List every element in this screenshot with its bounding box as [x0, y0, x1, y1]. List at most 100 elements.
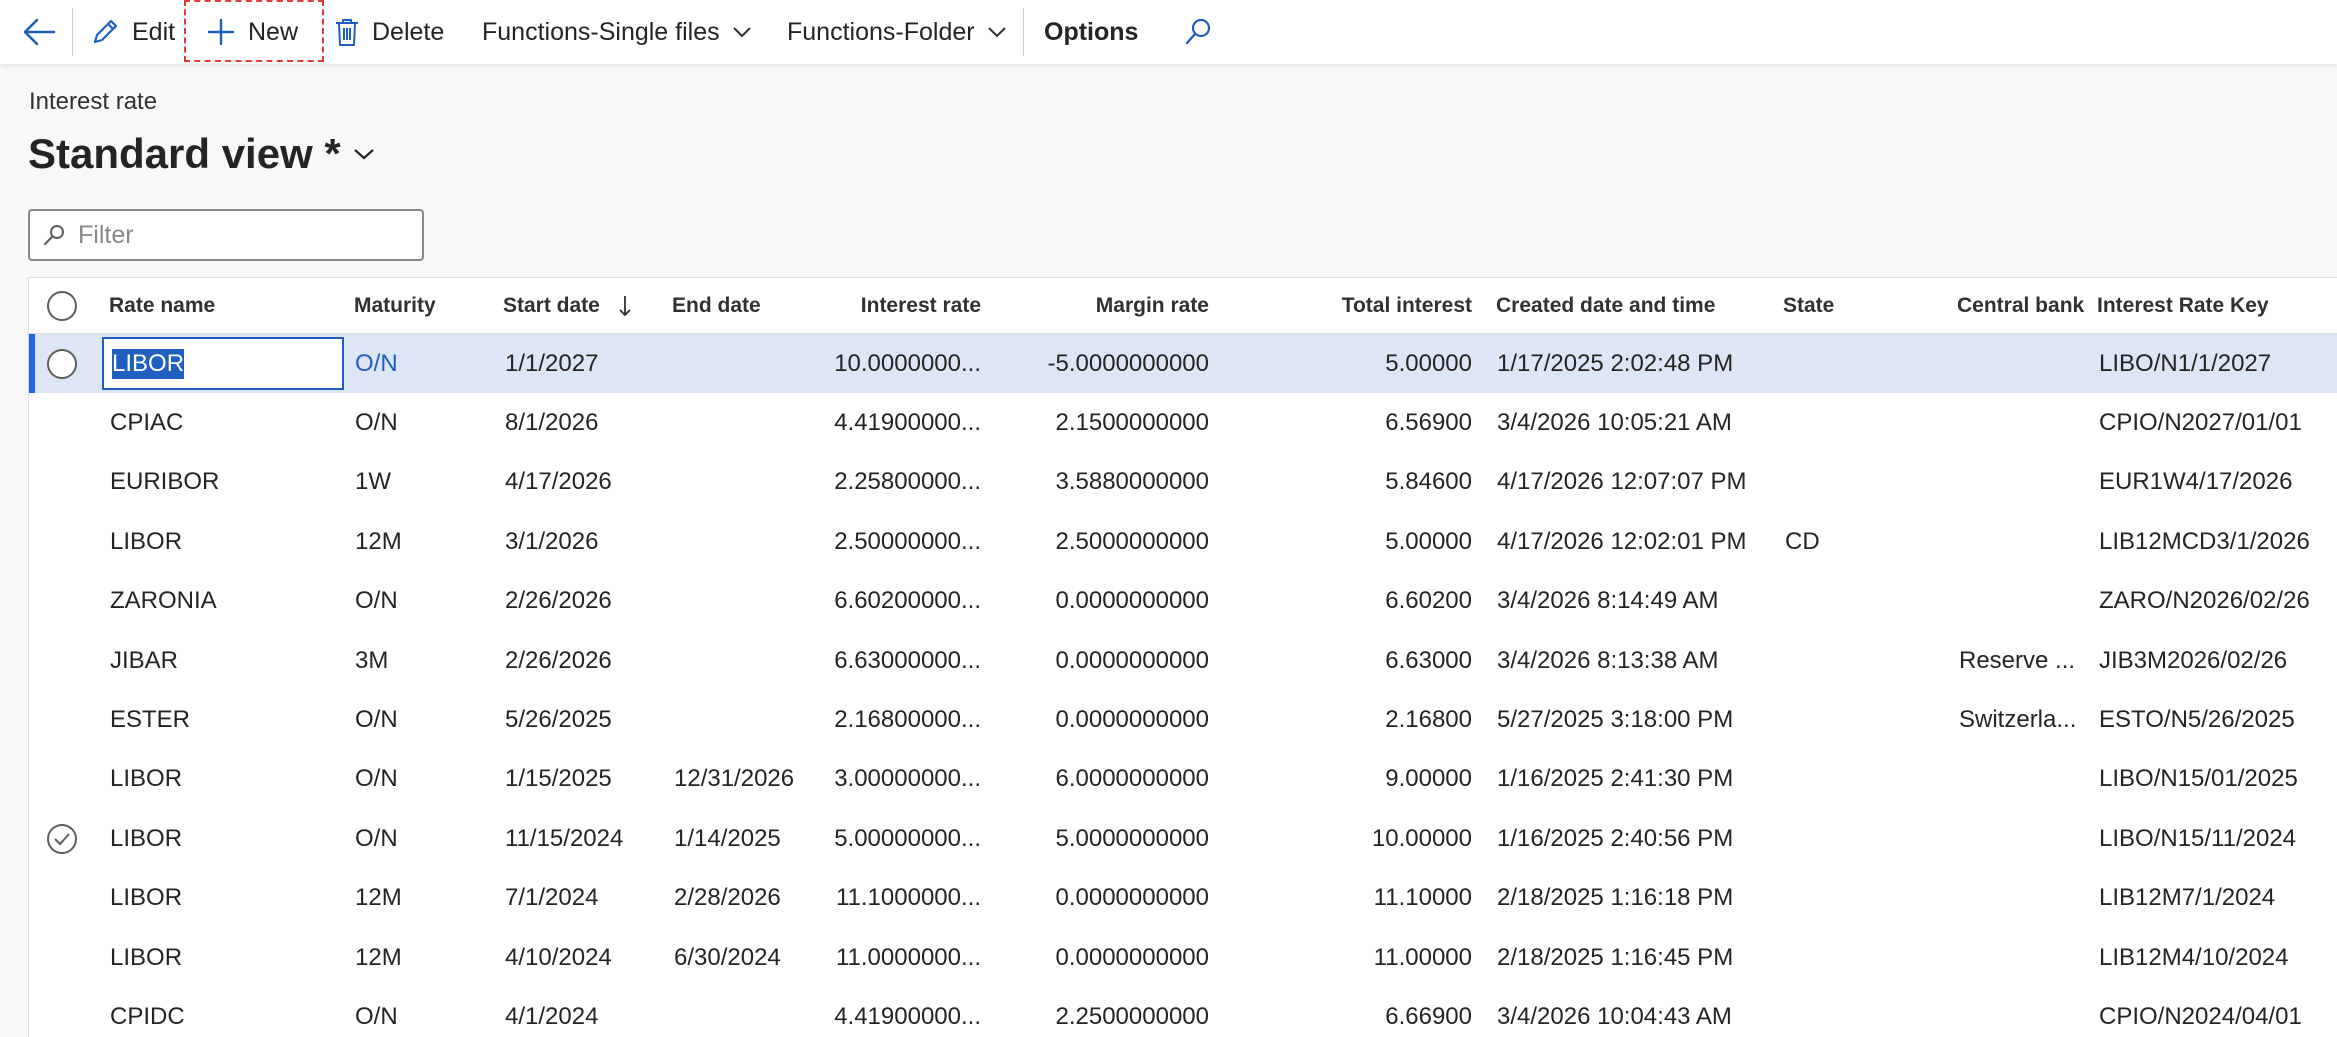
rate-name-input[interactable]: LIBOR [102, 337, 344, 390]
column-header-interest-rate-key[interactable]: Interest Rate Key [2097, 278, 2337, 333]
central-bank-cell [1959, 393, 2094, 452]
maturity-cell: 12M [355, 943, 402, 971]
margin-rate-cell: 0.0000000000 [1055, 706, 1210, 734]
total-interest-cell: 5.00000 [1385, 349, 1472, 377]
rate-name-cell[interactable]: LIBOR [110, 809, 340, 868]
chevron-down-icon [354, 149, 374, 160]
rate-name-cell[interactable]: LIBOR [110, 750, 340, 809]
column-header-state[interactable]: State [1783, 278, 1903, 333]
back-button[interactable] [22, 0, 56, 64]
rate-name-cell[interactable]: CPIDC [110, 987, 340, 1037]
margin-rate-cell: -5.0000000000 [1047, 349, 1209, 377]
row-select-checkbox[interactable] [47, 393, 87, 452]
interest-rate-cell: 10.0000000... [834, 349, 981, 377]
central-bank-cell [1959, 512, 2094, 571]
table-row[interactable]: CPIAC O/N 8/1/2026 4.41900000... 2.150000000… [29, 393, 2337, 452]
row-select-checkbox[interactable] [47, 869, 87, 928]
maturity-cell: O/N [355, 349, 398, 377]
search-icon [43, 225, 64, 246]
row-select-checkbox[interactable] [47, 809, 87, 868]
table-row[interactable]: JIBAR 3M 2/26/2026 6.63000000... 0.000000000… [29, 631, 2337, 690]
row-select-checkbox[interactable] [47, 987, 87, 1037]
total-interest-cell: 5.84600 [1385, 468, 1472, 496]
start-date-cell: 11/15/2024 [505, 824, 624, 852]
row-select-checkbox[interactable] [47, 512, 87, 571]
table-row[interactable]: CPIDC O/N 4/1/2024 4.41900000... 2.250000000… [29, 987, 2337, 1037]
options-tab[interactable]: Options [1044, 0, 1138, 64]
rate-name-cell[interactable]: LIBOR [110, 869, 340, 928]
row-select-checkbox[interactable] [47, 334, 87, 393]
maturity-cell: 12M [355, 527, 402, 555]
select-all-checkbox[interactable] [47, 278, 87, 333]
rate-name-cell[interactable]: CPIAC [110, 393, 340, 452]
rate-name-cell[interactable]: EURIBOR [110, 453, 340, 512]
total-interest-cell: 10.00000 [1371, 824, 1472, 852]
start-date-cell: 1/15/2025 [505, 765, 612, 793]
margin-rate-cell: 6.0000000000 [1055, 765, 1210, 793]
column-header-total-interest[interactable]: Total interest [1269, 278, 1472, 333]
delete-button[interactable]: Delete [334, 0, 444, 64]
new-button[interactable]: New [206, 0, 298, 64]
row-select-checkbox[interactable] [47, 690, 87, 749]
grid-header: Rate name Maturity Start date End date I… [29, 278, 2337, 334]
rate-name-cell[interactable]: ESTER [110, 690, 340, 749]
row-select-checkbox[interactable] [47, 631, 87, 690]
rate-name-cell[interactable]: LIBOR [110, 512, 340, 571]
row-select-checkbox[interactable] [47, 453, 87, 512]
search-button[interactable] [1183, 0, 1213, 64]
column-header-maturity[interactable]: Maturity [354, 278, 494, 333]
table-row[interactable]: LIBOR O/N 11/15/2024 1/14/2025 5.00000000...… [29, 809, 2337, 868]
margin-rate-cell: 5.0000000000 [1055, 824, 1210, 852]
column-header-rate-name[interactable]: Rate name [109, 278, 339, 333]
row-select-checkbox[interactable] [47, 750, 87, 809]
page-caption: Interest rate [29, 88, 158, 115]
interest-rate-key-cell: LIBO/N15/01/2025 [2099, 765, 2298, 793]
view-selector[interactable]: Standard view * [28, 130, 375, 178]
table-row[interactable]: EURIBOR 1W 4/17/2026 2.25800000... 3.5880000… [29, 453, 2337, 512]
view-title: Standard view * [28, 130, 341, 177]
margin-rate-cell: 0.0000000000 [1055, 943, 1210, 971]
table-row[interactable]: LIBOR O/N 1/1/2027 10.0000000... -5.00000000… [29, 334, 2337, 394]
end-date-cell [674, 453, 824, 512]
interest-rate-cell: 3.00000000... [834, 765, 981, 793]
table-row[interactable]: LIBOR 12M 3/1/2026 2.50000000... 2.500000000… [29, 512, 2337, 571]
created-date-time-cell: 3/4/2026 8:14:49 AM [1497, 587, 1719, 615]
start-date-cell: 2/26/2026 [505, 587, 612, 615]
edit-button[interactable]: Edit [90, 0, 175, 64]
column-header-central-bank[interactable]: Central bank [1957, 278, 2097, 333]
filter-input[interactable] [76, 219, 400, 251]
table-row[interactable]: ESTER O/N 5/26/2025 2.16800000... 0.00000000… [29, 690, 2337, 749]
table-row[interactable]: LIBOR O/N 1/15/2025 12/31/2026 3.00000000...… [29, 750, 2337, 809]
created-date-time-cell: 3/4/2026 8:13:38 AM [1497, 646, 1719, 674]
row-select-checkbox[interactable] [47, 572, 87, 631]
interest-rate-key-cell: JIB3M2026/02/26 [2099, 646, 2288, 674]
column-header-created-date-time[interactable]: Created date and time [1496, 278, 1776, 333]
maturity-cell: O/N [355, 706, 398, 734]
column-header-margin-rate[interactable]: Margin rate [1009, 278, 1209, 333]
column-header-end-date[interactable]: End date [672, 278, 822, 333]
created-date-time-cell: 1/16/2025 2:41:30 PM [1497, 765, 1734, 793]
rate-name-cell[interactable]: ZARONIA [110, 572, 340, 631]
functions-single-files-menu[interactable]: Functions-Single files [482, 0, 752, 64]
table-row[interactable]: LIBOR 12M 7/1/2024 2/28/2026 11.1000000... 0.… [29, 869, 2337, 928]
interest-rate-grid: Rate name Maturity Start date End date I… [28, 277, 2337, 1037]
margin-rate-cell: 2.5000000000 [1055, 527, 1210, 555]
rate-name-cell[interactable]: LIBOR [110, 928, 340, 987]
start-date-cell: 4/10/2024 [505, 943, 612, 971]
filter-box[interactable] [28, 209, 424, 261]
row-select-checkbox[interactable] [47, 928, 87, 987]
column-header-interest-rate[interactable]: Interest rate [819, 278, 981, 333]
state-cell [1785, 987, 1935, 1037]
start-date-cell: 5/26/2025 [505, 706, 612, 734]
end-date-cell [674, 393, 824, 452]
sort-descending-icon [619, 295, 631, 316]
functions-folder-menu[interactable]: Functions-Folder [787, 0, 1007, 64]
table-row[interactable]: LIBOR 12M 4/10/2024 6/30/2024 11.0000000... 0… [29, 928, 2337, 987]
interest-rate-key-cell: LIB12M7/1/2024 [2099, 884, 2276, 912]
table-row[interactable]: ZARONIA O/N 2/26/2026 6.60200000... 0.000000… [29, 572, 2337, 631]
rate-name-cell[interactable]: JIBAR [110, 631, 340, 690]
column-header-start-date[interactable]: Start date [503, 278, 673, 333]
interest-rate-key-cell: EUR1W4/17/2026 [2099, 468, 2293, 496]
start-date-cell: 3/1/2026 [505, 527, 599, 555]
end-date-cell: 1/14/2025 [674, 824, 781, 852]
